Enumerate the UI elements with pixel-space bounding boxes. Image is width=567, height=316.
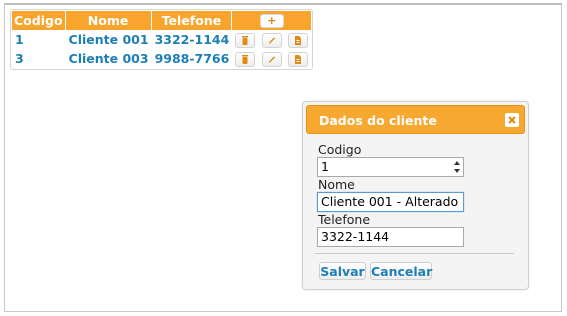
document-icon — [295, 35, 302, 45]
header-nome[interactable]: Nome — [65, 11, 152, 30]
divider — [315, 253, 514, 254]
table-row: 3 Cliente 003 9988-7766 — [12, 49, 311, 68]
nome-label: Nome — [318, 177, 355, 192]
pencil-icon — [268, 37, 275, 44]
pencil-icon — [268, 56, 275, 63]
cell-nome[interactable]: Cliente 003 — [66, 49, 152, 68]
nome-value: Cliente 001 - Alterado — [321, 194, 459, 209]
header-actions: + — [232, 11, 312, 30]
client-dialog: Dados do cliente Codigo 1 Nome Cliente 0… — [302, 101, 529, 290]
cell-nome[interactable]: Cliente 001 — [66, 30, 152, 49]
document-icon — [295, 54, 302, 64]
add-client-button[interactable]: + — [259, 14, 284, 29]
cell-telefone[interactable]: 3322-1144 — [152, 30, 233, 49]
codigo-spinner[interactable]: 1 — [317, 157, 464, 177]
header-telefone[interactable]: Telefone — [151, 11, 233, 30]
edit-button[interactable] — [261, 51, 282, 67]
table-row: 1 Cliente 001 3322-1144 — [12, 30, 311, 49]
nome-input[interactable]: Cliente 001 - Alterado — [317, 192, 464, 212]
header-codigo[interactable]: Codigo — [12, 11, 66, 30]
cell-telefone[interactable]: 9988-7766 — [152, 49, 233, 68]
spinner-arrows-icon[interactable] — [453, 160, 461, 174]
clients-table: Codigo Nome Telefone + 1 Cliente 001 332… — [10, 9, 314, 70]
codigo-label: Codigo — [318, 142, 362, 157]
codigo-value: 1 — [321, 159, 329, 174]
cancel-button[interactable]: Cancelar — [370, 262, 432, 280]
delete-button[interactable] — [235, 32, 256, 48]
trash-icon — [242, 54, 249, 64]
cell-codigo[interactable]: 1 — [12, 30, 66, 49]
delete-button[interactable] — [235, 51, 256, 67]
telefone-value: 3322-1144 — [321, 229, 390, 244]
close-icon — [508, 116, 516, 124]
table-header-row: Codigo Nome Telefone + — [12, 11, 312, 30]
cell-codigo[interactable]: 3 — [12, 49, 66, 68]
dialog-titlebar[interactable]: Dados do cliente — [306, 105, 525, 134]
edit-button[interactable] — [261, 32, 282, 48]
save-button[interactable]: Salvar — [319, 262, 366, 280]
row-actions — [232, 49, 311, 68]
view-button[interactable] — [288, 32, 309, 48]
telefone-input[interactable]: 3322-1144 — [317, 227, 464, 247]
dialog-title: Dados do cliente — [319, 113, 437, 128]
trash-icon — [242, 35, 249, 45]
close-button[interactable] — [505, 113, 519, 127]
view-button[interactable] — [288, 51, 309, 67]
row-actions — [232, 30, 311, 49]
telefone-label: Telefone — [318, 212, 371, 227]
